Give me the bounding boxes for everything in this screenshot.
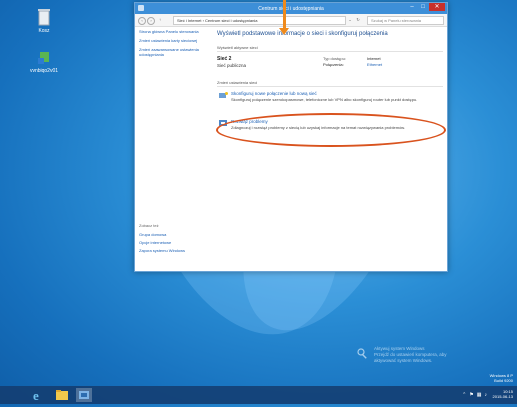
system-tray: ⌃ ⚑ ▦ ♪ [462, 392, 487, 398]
flag-icon[interactable]: ⚑ [469, 392, 473, 398]
sidebar-item-internet-options[interactable]: Opcje internetowe [139, 240, 211, 245]
page-title: Wyświetl podstawowe informacje o sieci i… [217, 31, 388, 37]
sidebar-item-homegroup[interactable]: Grupa domowa [139, 232, 211, 237]
svg-text:e: e [33, 388, 39, 402]
up-arrow-icon[interactable]: ↑ [157, 17, 163, 23]
main-content: Wyświetl podstawowe informacje o sieci i… [217, 27, 443, 271]
sidebar-item-adapter-settings[interactable]: Zmień ustawienia karty sieciowej [135, 36, 213, 45]
change-settings-heading: Zmień ustawienia sieci [217, 80, 443, 87]
close-button[interactable]: ✕ [429, 3, 445, 11]
setup-connection-task[interactable]: Skonfiguruj nowe połączenie lub nową sie… [217, 91, 443, 115]
desktop-shortcut[interactable]: vvnbiqo2v01 [24, 48, 64, 74]
recycle-bin-icon[interactable]: Kosz [24, 8, 64, 34]
address-bar-row: ‹ › ↑ Sieć i Internet › Centrum sieci i … [135, 14, 447, 27]
activation-line: aktywować system Windows. [374, 358, 433, 363]
breadcrumb[interactable]: Sieć i Internet › Centrum sieci i udostę… [173, 16, 346, 25]
connections-label: Połączenia: [323, 62, 344, 67]
sidebar-item-firewall[interactable]: Zapora systemu Windows [139, 248, 211, 253]
watermark-build: Build 9200 [494, 378, 513, 383]
refresh-icon[interactable]: ↻ [355, 17, 361, 23]
clock[interactable]: 10:15 2015-06-13 [493, 389, 513, 399]
control-panel-taskbar-icon[interactable] [76, 388, 92, 402]
trash-icon [36, 8, 52, 26]
title-bar[interactable]: Centrum sieci i udostępniania – □ ✕ [135, 3, 447, 14]
recycle-bin-label: Kosz [38, 28, 50, 34]
internet-explorer-icon[interactable]: e [30, 388, 46, 403]
maximize-button[interactable]: □ [418, 3, 428, 11]
window-title: Centrum sieci i udostępniania [258, 6, 324, 12]
network-type: Sieć publiczna [217, 63, 247, 68]
dropdown-icon[interactable]: ⌄ [347, 17, 353, 23]
setup-connection-link[interactable]: Skonfiguruj nowe połączenie lub nową sie… [231, 91, 317, 96]
highlight-oval [216, 113, 446, 147]
setup-connection-desc: Skonfiguruj połączenie szerokopasmowe, t… [231, 97, 418, 102]
clock-date: 2015-06-13 [492, 394, 513, 399]
windows-watermark: Windows 8 P Build 9200 [490, 373, 513, 383]
active-networks-heading: Wyświetl aktywne sieci [217, 45, 443, 52]
back-arrow-icon[interactable]: ‹ [138, 17, 146, 25]
sidebar-item-home[interactable]: Strona główna Panelu sterowania [135, 27, 213, 36]
annotation-pointer [283, 0, 286, 30]
desktop-shortcut-label: vvnbiqo2v01 [29, 68, 59, 74]
network-name: Sieć 2 [217, 56, 232, 62]
see-also-heading: Zobacz też [139, 223, 159, 228]
connection-ethernet-link[interactable]: Ethernet [367, 62, 382, 67]
new-connection-icon [219, 92, 228, 99]
active-network: Sieć 2 Sieć publiczna Typ dostępu: Inter… [217, 56, 443, 74]
network-sharing-center-window: Centrum sieci i udostępniania – □ ✕ ‹ › … [134, 2, 448, 272]
chevron-up-icon[interactable]: ⌃ [462, 392, 466, 398]
minimize-button[interactable]: – [407, 3, 417, 11]
volume-icon[interactable]: ♪ [485, 392, 488, 398]
key-icon [357, 348, 369, 362]
sidebar: Strona główna Panelu sterowania Zmień us… [135, 27, 213, 271]
access-type-label: Typ dostępu: [323, 56, 346, 61]
network-icon[interactable]: ▦ [477, 392, 482, 398]
access-type-value: Internet [367, 56, 381, 61]
network-app-icon [36, 48, 52, 66]
file-explorer-icon[interactable] [54, 388, 70, 402]
search-input[interactable]: Szukaj w Panelu sterowania [367, 16, 444, 25]
annotation-arrow-icon [279, 28, 289, 35]
forward-arrow-icon[interactable]: › [147, 17, 155, 25]
sidebar-item-advanced-sharing[interactable]: Zmień zaawansowane ustawienia udostępnia… [135, 45, 213, 59]
activation-notice: Aktywuj system Windows Przejdź do ustawi… [357, 346, 447, 364]
taskbar: e ⌃ ⚑ ▦ ♪ 10:15 2015-06-13 [0, 386, 517, 404]
